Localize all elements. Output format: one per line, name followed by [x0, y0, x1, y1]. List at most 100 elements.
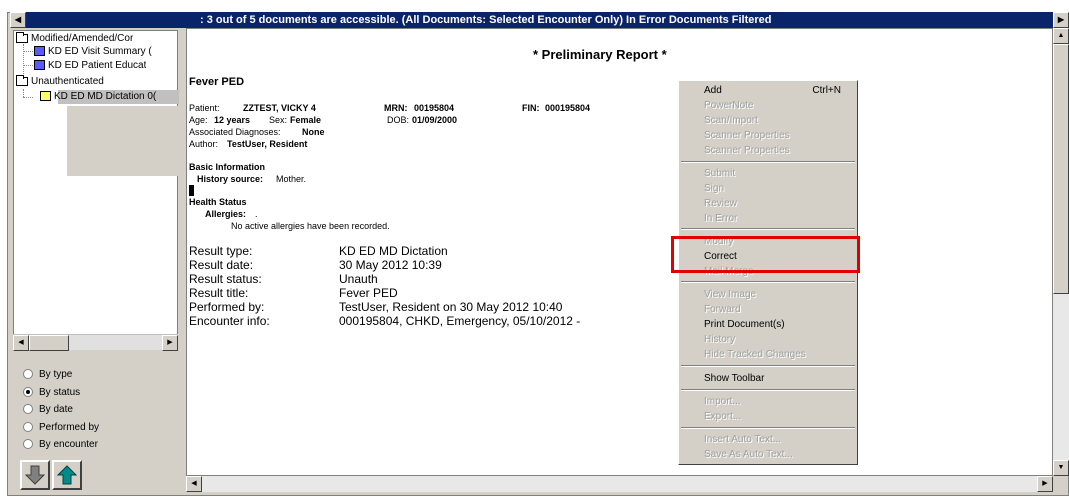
- menu-item-add[interactable]: Add Ctrl+N: [679, 83, 855, 98]
- menu-item-show-toolbar[interactable]: Show Toolbar: [679, 371, 855, 386]
- history-source-value: Mother.: [276, 174, 307, 184]
- down-arrow-icon: [25, 465, 45, 485]
- history-source-label: History source:: [197, 174, 264, 184]
- patient-value: ZZTEST, VICKY 4: [243, 103, 316, 113]
- patient-label: Patient:: [189, 103, 220, 113]
- menu-separator: [681, 161, 855, 163]
- menu-item-import[interactable]: Import...: [679, 394, 855, 409]
- result-status-label: Result status:: [189, 272, 262, 286]
- document-vertical-scrollbar[interactable]: ▲ ▼: [1053, 28, 1069, 476]
- tree-item-label: KD ED Visit Summary (: [48, 46, 152, 57]
- sex-label: Sex:: [269, 115, 288, 125]
- fin-label: FIN:: [522, 103, 540, 113]
- radio-icon: [23, 439, 33, 450]
- document-tree[interactable]: Modified/Amended/Cor KD ED Visit Summary…: [13, 30, 179, 350]
- document-horizontal-scrollbar[interactable]: ◀ ▶: [186, 476, 1053, 492]
- result-type-label: Result type:: [189, 244, 253, 258]
- annotation-highlight-box: [671, 236, 860, 273]
- scroll-down-button[interactable]: ▼: [1053, 460, 1069, 476]
- menu-item-label: Add: [704, 85, 722, 96]
- scroll-right-button[interactable]: ▶: [1037, 476, 1053, 492]
- tree-item-label: KD ED MD Dictation 0(: [54, 91, 157, 102]
- result-date-label: Result date:: [189, 258, 254, 272]
- encounter-info-label: Encounter info:: [189, 314, 270, 328]
- scroll-left-button[interactable]: ◀: [186, 476, 202, 492]
- result-type-value: KD ED MD Dictation: [339, 244, 448, 258]
- radio-by-encounter[interactable]: By encounter: [23, 438, 98, 452]
- author-label: Author:: [189, 139, 219, 149]
- result-status-value: Unauth: [339, 272, 378, 286]
- menu-item-submit[interactable]: Submit: [679, 166, 855, 181]
- document-icon: [40, 91, 51, 102]
- scroll-left-button[interactable]: ◀: [13, 335, 29, 351]
- diagnoses-value: None: [302, 127, 325, 137]
- menu-item-export[interactable]: Export...: [679, 409, 855, 424]
- menu-separator: [681, 281, 855, 283]
- tree-horizontal-scrollbar[interactable]: ◀ ▶: [13, 334, 178, 351]
- menu-separator: [681, 228, 855, 230]
- scroll-right-button[interactable]: ▶: [162, 335, 178, 351]
- age-label: Age:: [189, 115, 208, 125]
- scroll-right-button[interactable]: ▶: [1053, 12, 1069, 28]
- menu-item-shortcut: Ctrl+N: [812, 85, 841, 96]
- menu-item-review[interactable]: Review: [679, 196, 855, 211]
- tree-item-md-dictation[interactable]: KD ED MD Dictation 0(: [40, 90, 156, 103]
- menu-separator: [681, 365, 855, 367]
- radio-by-status[interactable]: By status: [23, 386, 80, 400]
- menu-item-scanner-properties[interactable]: Scanner Properties: [679, 128, 855, 143]
- document-viewer[interactable]: * Preliminary Report * Fever PED Patient…: [186, 28, 1053, 476]
- tree-folder-unauthenticated[interactable]: Unauthenticated: [16, 75, 104, 88]
- folder-open-icon: [16, 75, 28, 86]
- menu-separator: [681, 389, 855, 391]
- menu-item-sign[interactable]: Sign: [679, 181, 855, 196]
- radio-icon: [23, 422, 33, 433]
- tree-item-patient-education[interactable]: KD ED Patient Educat: [34, 59, 146, 72]
- result-date-value: 30 May 2012 10:39: [339, 258, 442, 272]
- menu-separator: [681, 427, 855, 429]
- author-value: TestUser, Resident: [227, 139, 308, 149]
- scroll-left-button[interactable]: ◀: [10, 12, 26, 28]
- tree-item-label: Unauthenticated: [31, 76, 104, 87]
- dob-label: DOB:: [387, 115, 410, 125]
- next-document-button[interactable]: [20, 460, 50, 490]
- application-window: ◀ : 3 out of 5 documents are accessible.…: [0, 0, 1069, 498]
- tree-empty-area: [67, 106, 179, 176]
- menu-item-forward[interactable]: Forward: [679, 302, 855, 317]
- scroll-up-button[interactable]: ▲: [1053, 28, 1069, 44]
- result-title-label: Result title:: [189, 286, 249, 300]
- radio-by-date[interactable]: By date: [23, 403, 73, 417]
- scrollbar-thumb[interactable]: [1053, 44, 1069, 294]
- report-heading: * Preliminary Report *: [533, 47, 667, 62]
- basic-info-heading: Basic Information: [189, 162, 266, 172]
- menu-item-in-error[interactable]: In Error: [679, 211, 855, 226]
- health-status-heading: Health Status: [189, 197, 247, 207]
- scrollbar-thumb[interactable]: [29, 335, 69, 351]
- menu-item-hide-tracked-changes[interactable]: Hide Tracked Changes: [679, 347, 855, 362]
- menu-item-scan-import[interactable]: Scan/Import: [679, 113, 855, 128]
- radio-performed-by[interactable]: Performed by: [23, 421, 99, 435]
- status-text: : 3 out of 5 documents are accessible. (…: [200, 14, 772, 26]
- radio-label: By date: [39, 404, 73, 415]
- radio-label: By status: [39, 387, 81, 398]
- diagnoses-label: Associated Diagnoses:: [189, 127, 281, 137]
- previous-document-button[interactable]: [52, 460, 82, 490]
- text-cursor: [189, 185, 194, 196]
- document-title: Fever PED: [189, 76, 245, 88]
- folder-open-icon: [16, 32, 28, 43]
- menu-item-scanner-properties-2[interactable]: Scanner Properties: [679, 143, 855, 158]
- radio-label: By encounter: [39, 439, 98, 450]
- performed-by-value: TestUser, Resident on 30 May 2012 10:40: [339, 300, 563, 314]
- menu-item-powernote[interactable]: PowerNote: [679, 98, 855, 113]
- tree-item-visit-summary[interactable]: KD ED Visit Summary (: [34, 45, 152, 58]
- menu-item-save-as-auto-text[interactable]: Save As Auto Text...: [679, 447, 855, 462]
- mrn-value: 00195804: [414, 103, 455, 113]
- menu-item-print-documents[interactable]: Print Document(s): [679, 317, 855, 332]
- document-icon: [34, 46, 45, 57]
- menu-item-view-image[interactable]: View Image: [679, 287, 855, 302]
- menu-item-history[interactable]: History: [679, 332, 855, 347]
- radio-icon: [23, 369, 33, 380]
- radio-by-type[interactable]: By type: [23, 368, 72, 382]
- menu-item-insert-auto-text[interactable]: Insert Auto Text...: [679, 432, 855, 447]
- radio-label: By type: [39, 369, 73, 380]
- tree-folder-modified[interactable]: Modified/Amended/Cor: [16, 32, 133, 45]
